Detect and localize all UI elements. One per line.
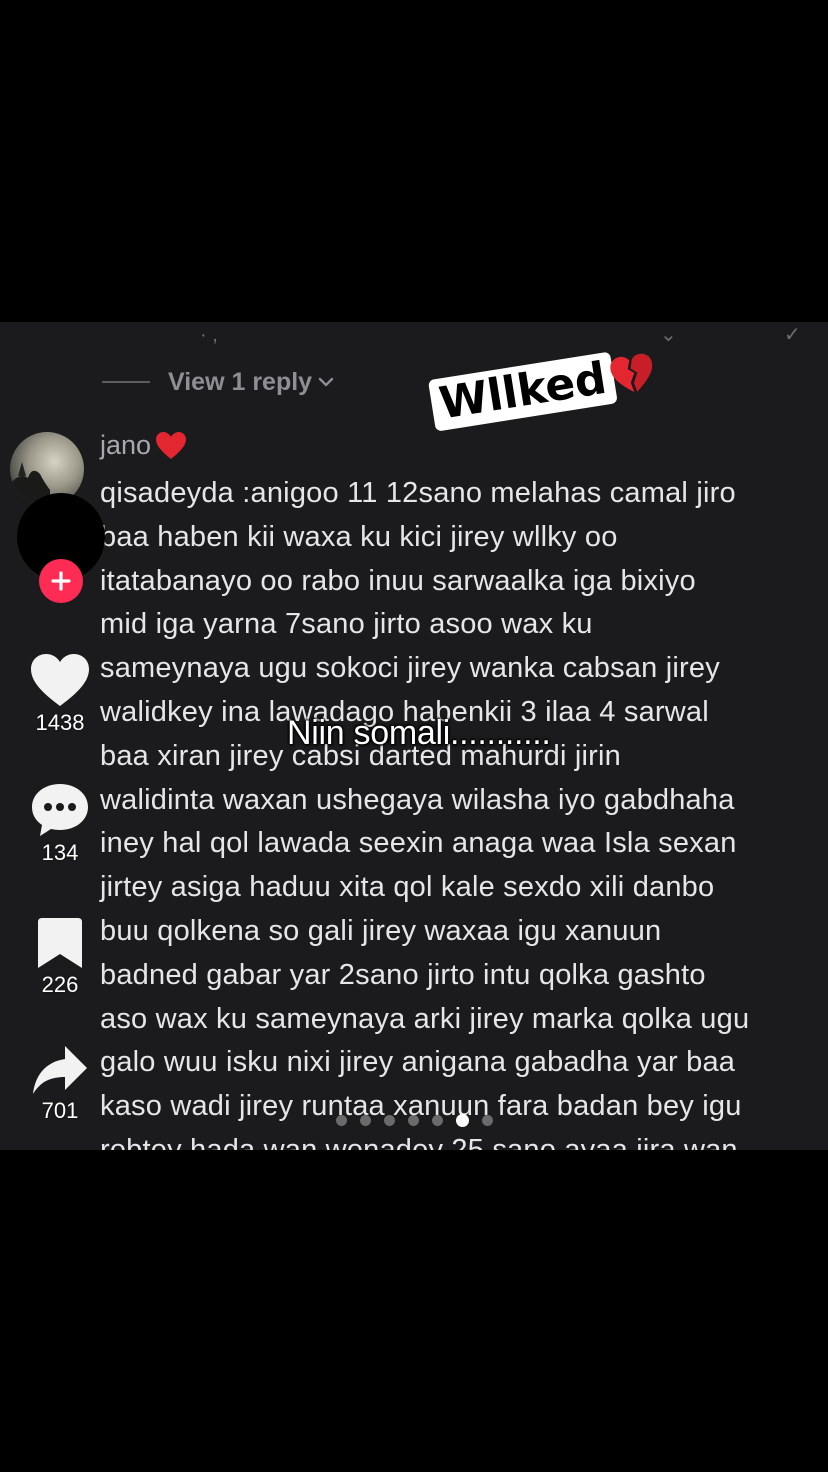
text-sticker: Wllked: [427, 345, 659, 432]
like-count: 1438: [35, 710, 85, 735]
carousel-page-indicator[interactable]: [336, 1114, 506, 1127]
sticker-text: Wllked: [427, 351, 618, 432]
comment-line: buu qolkena so gali jirey waxaa igu xanu…: [100, 914, 662, 947]
comment-line: itatabanayo oo rabo inuu sarwaalka iga b…: [100, 564, 696, 597]
comment-line: qisadeyda :anigoo 11 12sano melahas cama…: [100, 477, 736, 509]
share-button[interactable]: 701: [0, 1044, 120, 1124]
chevron-down-icon: [318, 377, 334, 387]
comment-text: qisadeyda :anigoo 11 12sano melahas cama…: [100, 472, 820, 1150]
action-rail: 1438 134 226 701: [0, 322, 120, 1150]
red-heart-icon: [156, 431, 187, 459]
page-dot[interactable]: [408, 1115, 419, 1126]
cutoff-chevron-icon: ✓: [784, 324, 801, 346]
page-dot[interactable]: [384, 1115, 395, 1126]
page-dot[interactable]: [360, 1115, 371, 1126]
broken-heart-icon: [610, 353, 653, 393]
heart-icon: [31, 654, 89, 706]
comment-line: sameynaya ugu sokoci jirey wanka cabsan …: [100, 652, 720, 685]
comment-line: mid iga yarna 7sano jirto asoo wax ku: [100, 608, 593, 641]
comment-line: aso wax ku sameynaya arki jirey marka qo…: [100, 1002, 750, 1035]
bookmark-icon: [38, 918, 82, 968]
video-caption: Niin somali...........: [287, 714, 551, 752]
top-cutoff-row: · , ⌄ ✓: [0, 322, 828, 346]
save-button[interactable]: 226: [0, 916, 120, 998]
comment-button[interactable]: 134: [0, 782, 120, 866]
share-count: 701: [41, 1098, 79, 1123]
page-dot[interactable]: [432, 1115, 443, 1126]
share-arrow-icon: [33, 1046, 87, 1094]
plus-icon: [51, 571, 71, 591]
cutoff-glyph: · ,: [200, 324, 218, 346]
like-button[interactable]: 1438: [0, 652, 120, 736]
comment-line: badned gabar yar 2sano jirto intu qolka …: [100, 958, 706, 991]
comment-line: galo wuu isku nixi jirey anigana gabadha…: [100, 1046, 736, 1079]
follow-button[interactable]: [39, 559, 83, 603]
comment-line: rebtey hada wan wenadey 25 sano ayaa jir…: [100, 1133, 738, 1150]
comment-line: baa haben kii waxa ku kici jirey wllky o…: [100, 520, 618, 553]
page-dot[interactable]: [336, 1115, 347, 1126]
save-count: 226: [41, 972, 79, 997]
page-dot-active[interactable]: [456, 1114, 469, 1127]
comment-line: iney hal qol lawada seexin anaga waa Isl…: [100, 827, 737, 860]
comment-line: jirtey asiga haduu xita qol kale sexdo x…: [100, 871, 715, 904]
comment-screenshot-panel: · , ⌄ ✓ View 1 reply jano qisadeyda :ani…: [0, 322, 828, 1150]
comment-bubble-icon: [32, 784, 88, 836]
comment-line: walidinta waxan ushegaya wilasha iyo gab…: [100, 783, 735, 816]
cutoff-chevron-icon: ⌄: [660, 324, 677, 346]
page-dot[interactable]: [482, 1115, 493, 1126]
view-replies-link[interactable]: View 1 reply: [102, 364, 334, 400]
comment-count: 134: [41, 840, 79, 865]
view-replies-label: View 1 reply: [168, 367, 313, 396]
